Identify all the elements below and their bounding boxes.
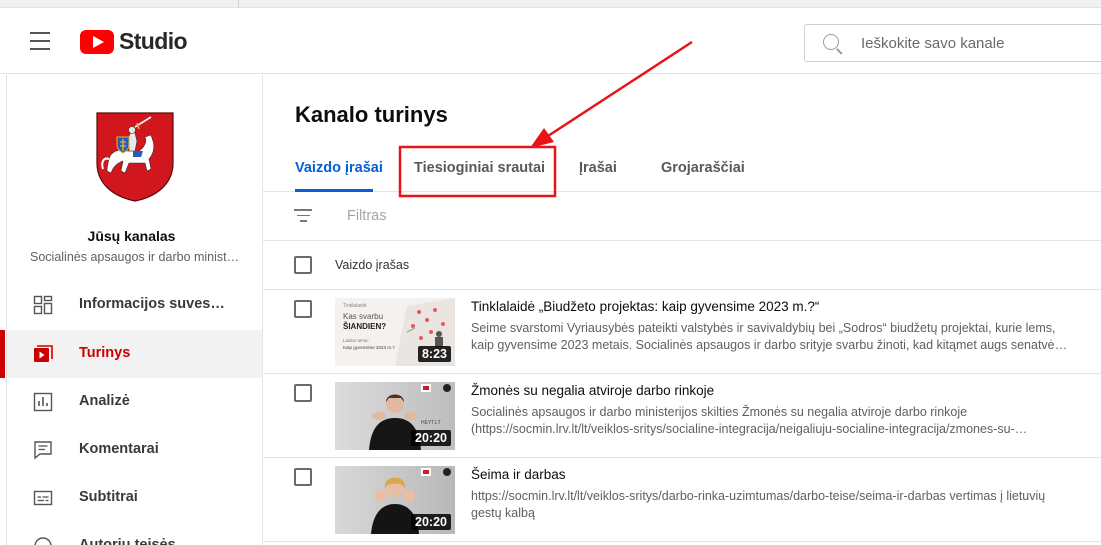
description-line: kaip gyvensime 2023 metais. Socialinės a… [471, 338, 1071, 352]
dashboard-icon [33, 295, 53, 315]
description-line: Socialinės apsaugos ir darbo ministerijo… [471, 405, 968, 419]
video-thumbnail[interactable]: Tinklalaidė Kas svarbu ŠIANDIEN? Laidos … [335, 298, 455, 366]
sidebar-item-label: Subtitrai [79, 489, 138, 505]
tab-posts[interactable]: Įrašai [579, 160, 617, 176]
select-all-checkbox[interactable] [294, 256, 312, 274]
video-duration: 20:20 [411, 430, 451, 446]
sidebar-item-comments[interactable]: Komentarai [7, 426, 262, 474]
search-icon [823, 34, 839, 50]
tab-videos[interactable]: Vaizdo įrašai [295, 160, 383, 176]
thumb-headline-1: Kas svarbu [343, 312, 384, 321]
tab-playlists[interactable]: Grojaraščiai [661, 160, 745, 176]
row-checkbox[interactable] [294, 300, 312, 318]
row-checkbox[interactable] [294, 468, 312, 486]
sidebar: Jūsų kanalas Socialinės apsaugos ir darb… [0, 75, 263, 545]
thumb-headline-2: ŠIANDIEN? [343, 322, 387, 331]
content-icon [34, 345, 53, 362]
table-header: Vaizdo įrašas [263, 241, 1101, 290]
channel-name: Jūsų kanalas [87, 228, 176, 244]
filter-icon[interactable] [294, 209, 312, 223]
sidebar-item-label: Analizė [79, 393, 130, 409]
row-checkbox[interactable] [294, 384, 312, 402]
subtitles-icon [33, 490, 53, 506]
logo-text: Studio [119, 28, 188, 54]
coat-of-arms-avatar[interactable] [95, 111, 175, 203]
app-header: Studio [0, 8, 1101, 74]
video-description: Socialinės apsaugos ir darbo ministerijo… [471, 404, 1071, 438]
sidebar-item-subtitles[interactable]: Subtitrai [7, 474, 262, 522]
filter-input[interactable]: Filtras [347, 208, 386, 224]
analytics-icon [33, 392, 53, 412]
copyright-icon [34, 537, 52, 545]
sidebar-item-dashboard[interactable]: Informacijos suvesti… [7, 281, 262, 329]
video-title[interactable]: Šeima ir darbas [471, 467, 566, 482]
thumb-topic-label: Laidos tema: [343, 338, 369, 343]
video-thumbnail[interactable]: 20:20 [335, 466, 455, 534]
browser-top-strip [0, 0, 1101, 8]
sidebar-item-label: Turinys [79, 345, 131, 361]
table-row[interactable]: Tinklalaidė Kas svarbu ŠIANDIEN? Laidos … [263, 290, 1101, 374]
search-box[interactable] [804, 24, 1101, 62]
studio-logo[interactable]: Studio [80, 28, 188, 55]
sidebar-item-copyright[interactable]: Autorių teisės [7, 522, 262, 545]
thumb-topic-value: Kaip gyvensime 2023 m.? [343, 345, 395, 350]
video-title[interactable]: Tinklalaidė „Biudžeto projektas: kaip gy… [471, 299, 819, 314]
video-description: Seime svarstomi Vyriausybės pateikti val… [471, 320, 1071, 354]
channel-subtitle: Socialinės apsaugos ir darbo minist… [30, 250, 240, 264]
tab-live-streams[interactable]: Tiesioginiai srautai [414, 160, 545, 176]
description-line: gestų kalbą [471, 506, 535, 520]
video-duration: 20:20 [411, 514, 451, 530]
video-thumbnail[interactable]: HEYT.LT 20:20 [335, 382, 455, 450]
sidebar-item-label: Informacijos suvesti… [79, 296, 229, 312]
menu-icon[interactable] [30, 32, 54, 50]
description-line: https://socmin.lrv.lt/lt/veiklos-sritys/… [471, 489, 1046, 503]
thumb-watermark: HEYT.LT [421, 420, 441, 426]
youtube-play-icon [80, 29, 114, 54]
description-line: (https://socmin.lrv.lt/lt/veiklos-sritys… [471, 422, 1028, 436]
main-content: Kanalo turinys Vaizdo įrašai Tiesioginia… [263, 75, 1101, 545]
table-row[interactable]: 20:20 Šeima ir darbas https://socmin.lrv… [263, 458, 1101, 542]
sidebar-item-content[interactable]: Turinys [0, 330, 262, 378]
video-title[interactable]: Žmonės su negalia atviroje darbo rinkoje [471, 383, 714, 398]
thumb-small-label: Tinklalaidė [343, 303, 367, 309]
filter-bar: Filtras [263, 192, 1101, 241]
column-header-video[interactable]: Vaizdo įrašas [335, 258, 409, 272]
video-description: https://socmin.lrv.lt/lt/veiklos-sritys/… [471, 488, 1071, 522]
search-input[interactable] [861, 33, 1101, 53]
page-title: Kanalo turinys [295, 102, 448, 127]
sidebar-item-label: Komentarai [79, 441, 159, 457]
description-line: Seime svarstomi Vyriausybės pateikti val… [471, 321, 1056, 335]
comments-icon [34, 441, 52, 460]
content-tabs: Vaizdo įrašai Tiesioginiai srautai Įraša… [263, 145, 1101, 192]
sidebar-item-analytics[interactable]: Analizė [7, 378, 262, 426]
table-row[interactable]: HEYT.LT 20:20 Žmonės su negalia atviroje… [263, 374, 1101, 458]
sidebar-item-label: Autorių teisės [79, 537, 176, 545]
video-duration: 8:23 [417, 346, 451, 362]
